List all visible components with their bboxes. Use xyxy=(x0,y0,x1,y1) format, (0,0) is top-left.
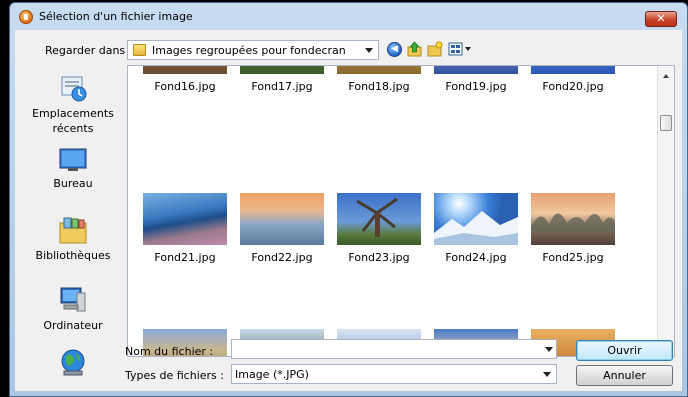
file-name: Fond23.jpg xyxy=(348,251,410,264)
place-desktop[interactable]: Bureau xyxy=(20,147,126,191)
views-menu-icon[interactable] xyxy=(448,42,474,56)
libraries-icon xyxy=(59,217,87,244)
desktop-icon xyxy=(59,148,87,171)
close-button[interactable]: ✕ xyxy=(645,11,677,27)
file-name: Fond16.jpg xyxy=(154,80,216,93)
vertical-scrollbar[interactable] xyxy=(657,66,674,356)
look-in-combo[interactable]: Images regroupées pour fondecran xyxy=(127,40,379,60)
dialog-client: Regarder dans : Images regroupées pour f… xyxy=(15,30,682,391)
up-folder-icon[interactable] xyxy=(407,41,422,57)
file-name: Fond18.jpg xyxy=(348,80,410,93)
thumbnail-image xyxy=(531,66,615,74)
filename-label: Nom du fichier : xyxy=(125,345,214,358)
thumbnail-image xyxy=(434,193,518,245)
place-label: Ordinateur xyxy=(43,319,103,332)
folder-icon xyxy=(133,44,146,56)
file-item-fond23[interactable]: Fond23.jpg xyxy=(330,193,428,264)
place-network[interactable] xyxy=(20,347,126,380)
thumbnail-image xyxy=(240,66,324,74)
thumbnail-image xyxy=(143,66,227,74)
window-title: Sélection d'un fichier image xyxy=(39,10,193,23)
chevron-down-icon[interactable] xyxy=(543,372,551,377)
windmill-graphic xyxy=(356,197,398,237)
file-name: Fond21.jpg xyxy=(154,251,216,264)
new-folder-icon[interactable] xyxy=(427,41,443,57)
scrollbar-thumb[interactable] xyxy=(660,115,672,131)
file-name: Fond20.jpg xyxy=(542,80,604,93)
mountains-graphic xyxy=(434,211,518,245)
file-item-fond18[interactable]: Fond18.jpg xyxy=(330,66,428,93)
places-bar: Emplacements récents Bureau Bibliothèque… xyxy=(20,65,126,389)
app-icon xyxy=(19,10,33,24)
file-item-fond22[interactable]: Fond22.jpg xyxy=(233,193,331,264)
file-item-fond25[interactable]: Fond25.jpg xyxy=(524,193,622,264)
file-name: Fond19.jpg xyxy=(445,80,507,93)
file-item-fond17[interactable]: Fond17.jpg xyxy=(233,66,331,93)
computer-icon xyxy=(60,287,86,312)
file-list-view[interactable]: Fond16.jpg Fond17.jpg Fond18.jpg Fond19.… xyxy=(127,65,675,357)
chevron-down-icon[interactable] xyxy=(545,347,553,352)
back-arrow-icon[interactable]: ◀ xyxy=(387,42,402,57)
network-icon xyxy=(61,349,85,376)
thumbnail-image xyxy=(337,66,421,74)
place-label: Bureau xyxy=(53,177,93,190)
file-item-fond19[interactable]: Fond19.jpg xyxy=(427,66,525,93)
file-item-fond20[interactable]: Fond20.jpg xyxy=(524,66,622,93)
look-in-path: Images regroupées pour fondecran xyxy=(152,44,346,57)
file-item-fond16[interactable]: Fond16.jpg xyxy=(136,66,234,93)
chevron-down-icon[interactable] xyxy=(365,48,373,53)
karst-hills-graphic xyxy=(531,213,615,233)
filename-input[interactable] xyxy=(231,339,557,359)
recent-places-icon xyxy=(61,76,87,102)
thumbnail-image xyxy=(143,193,227,245)
place-label: Emplacements récents xyxy=(32,107,114,135)
file-dialog-window: Sélection d'un fichier image ✕ Regarder … xyxy=(9,2,688,397)
place-recent-locations[interactable]: Emplacements récents xyxy=(20,73,126,136)
open-button[interactable]: Ouvrir xyxy=(576,340,673,361)
file-item-fond21[interactable]: Fond21.jpg xyxy=(136,193,234,264)
scroll-up-arrow-icon[interactable] xyxy=(663,74,669,78)
thumbnail-image xyxy=(240,193,324,245)
thumbnail-image xyxy=(337,193,421,245)
file-name: Fond17.jpg xyxy=(251,80,313,93)
file-name: Fond22.jpg xyxy=(251,251,313,264)
title-bar: Sélection d'un fichier image ✕ xyxy=(10,3,687,30)
place-label: Bibliothèques xyxy=(35,249,111,262)
place-libraries[interactable]: Bibliothèques xyxy=(20,215,126,263)
cancel-button[interactable]: Annuler xyxy=(576,365,673,386)
look-in-label: Regarder dans : xyxy=(45,44,133,57)
place-computer[interactable]: Ordinateur xyxy=(20,285,126,333)
filetype-select[interactable]: Image (*.JPG) xyxy=(231,364,557,384)
file-item-fond24[interactable]: Fond24.jpg xyxy=(427,193,525,264)
thumbnail-image xyxy=(434,66,518,74)
thumbnail-grid: Fond16.jpg Fond17.jpg Fond18.jpg Fond19.… xyxy=(128,66,659,356)
file-name: Fond24.jpg xyxy=(445,251,507,264)
file-name: Fond25.jpg xyxy=(542,251,604,264)
thumbnail-image xyxy=(531,193,615,245)
filetype-label: Types de fichiers : xyxy=(125,369,224,382)
filetype-value: Image (*.JPG) xyxy=(235,368,309,381)
